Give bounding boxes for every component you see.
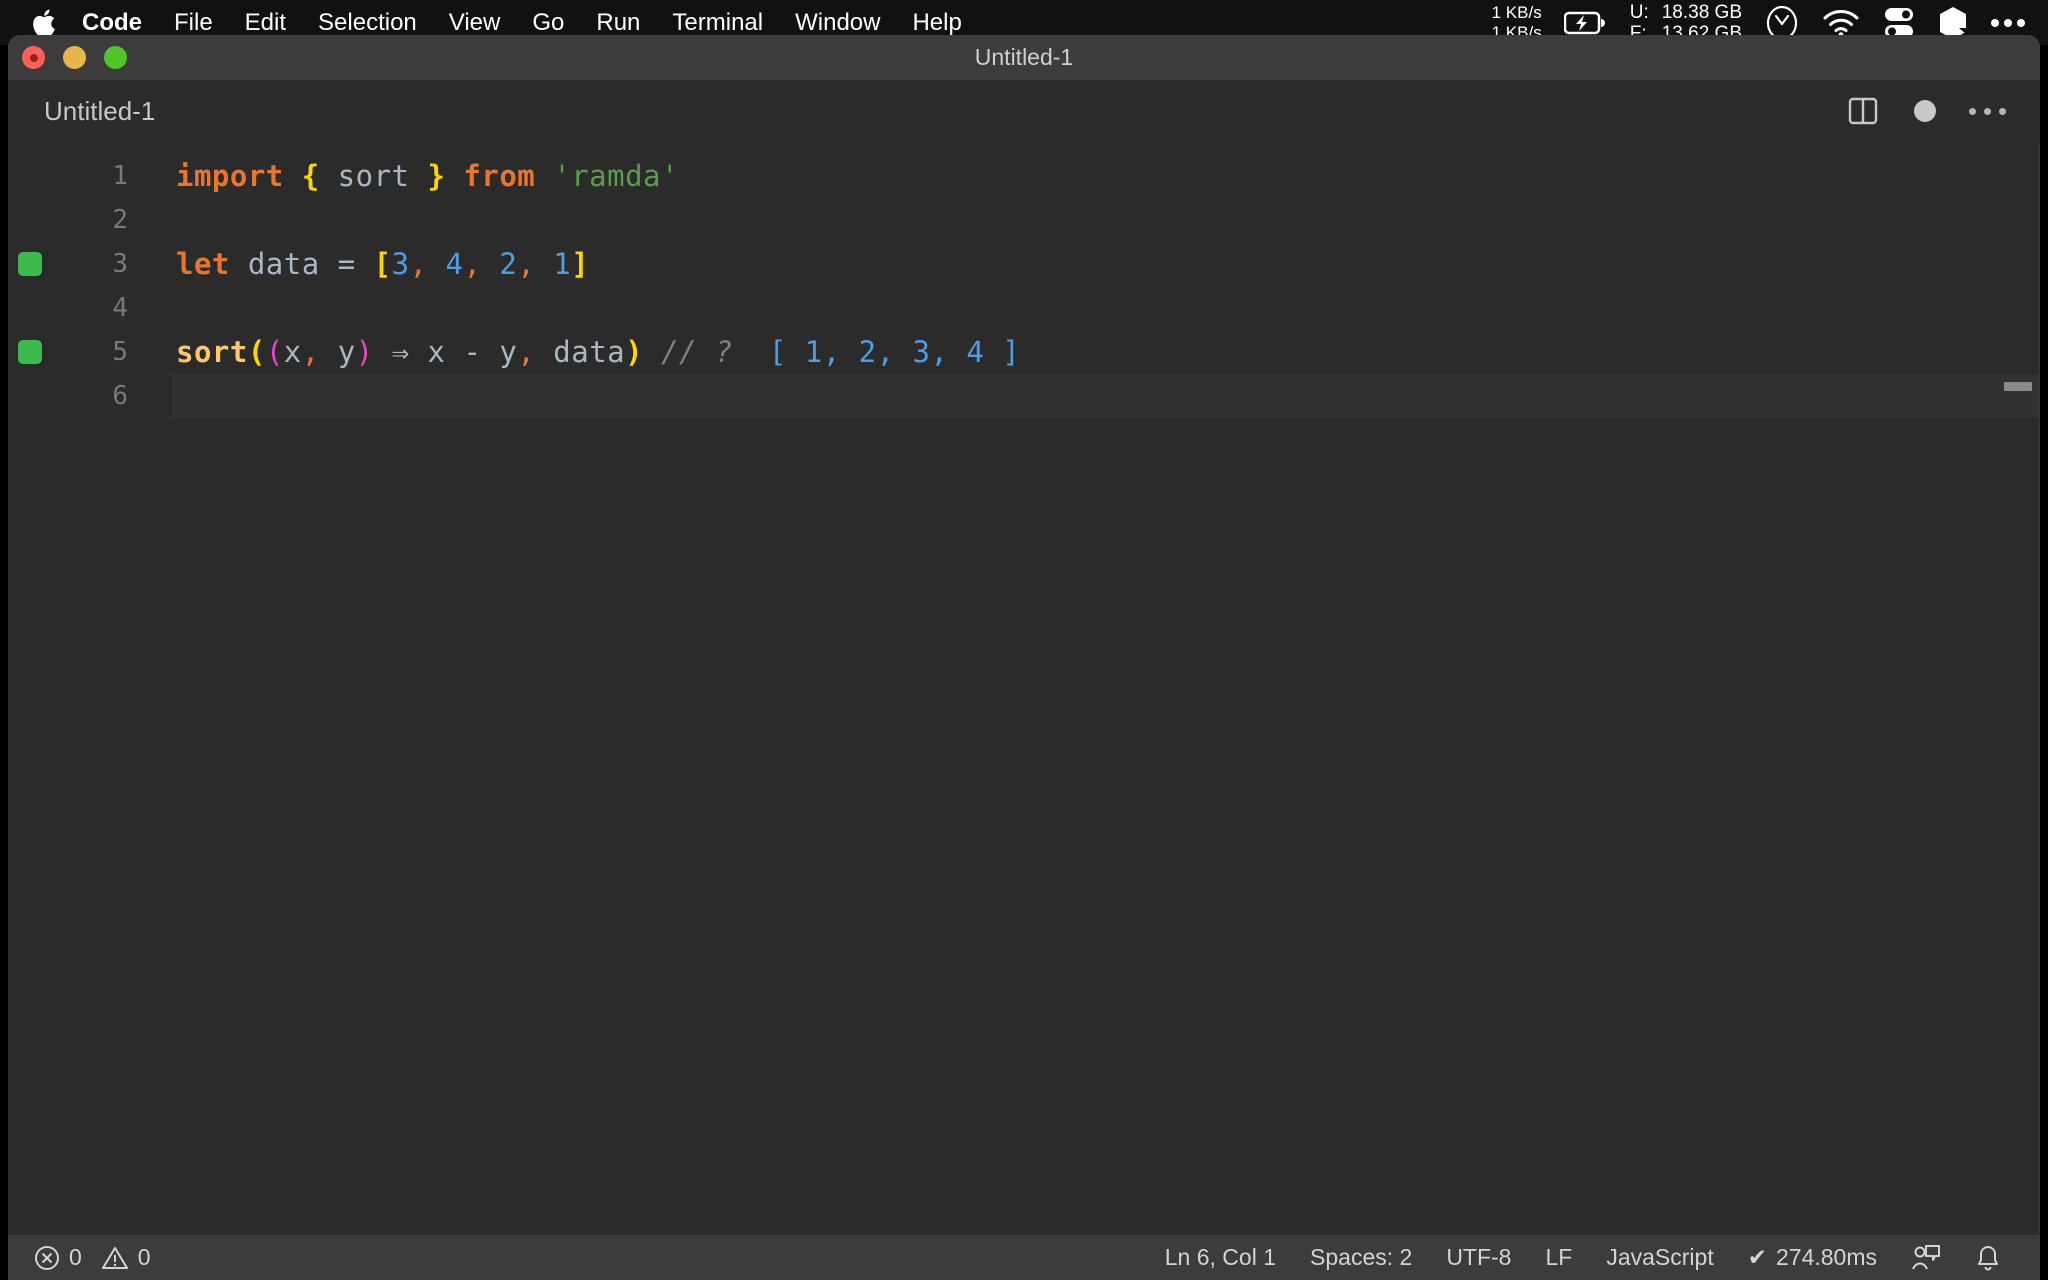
network-upload-rate: 1 KB/s: [1491, 2, 1542, 22]
memory-used-value: 18.38 GB: [1661, 1, 1742, 23]
status-feedback[interactable]: [1894, 1244, 1958, 1272]
editor-line[interactable]: 3 let data = [3, 4, 2, 1]: [8, 242, 2040, 286]
overview-ruler-mark[interactable]: [2004, 382, 2032, 391]
warning-triangle-icon: [101, 1245, 129, 1271]
editor-line-current[interactable]: 6: [8, 374, 2040, 418]
more-actions-icon[interactable]: [1956, 86, 2018, 136]
line-number: 6: [112, 381, 128, 411]
wifi-icon[interactable]: [1822, 9, 1860, 37]
line-number: 1: [112, 161, 128, 191]
line-number: 4: [112, 293, 128, 323]
gutter-marker-slot: [8, 252, 52, 276]
status-encoding[interactable]: UTF-8: [1429, 1244, 1528, 1271]
tab-untitled-1[interactable]: Untitled-1: [44, 96, 155, 127]
code-editor[interactable]: 1 import { sort } from 'ramda' 2 3 let d…: [8, 142, 2040, 1235]
status-bar-right: Ln 6, Col 1 Spaces: 2 UTF-8 LF JavaScrip…: [1148, 1244, 2040, 1272]
inline-comment: // ?: [661, 335, 733, 369]
line-number: 5: [112, 337, 128, 367]
status-eol[interactable]: LF: [1528, 1244, 1589, 1271]
split-editor-icon[interactable]: [1832, 86, 1894, 136]
code-tokens: import { sort } from 'ramda': [176, 159, 679, 193]
window-title: Untitled-1: [974, 44, 1074, 70]
memory-used-label: U:: [1629, 1, 1649, 23]
status-quokka-runtime[interactable]: ✔ 274.80ms: [1731, 1244, 1894, 1271]
code-tokens: sort((x, y) ⇒ x - y, data) // ? [ 1, 2, …: [176, 335, 1021, 369]
editor-line[interactable]: 4: [8, 286, 2040, 330]
feedback-person-icon: [1911, 1244, 1941, 1272]
error-circle-icon: [34, 1245, 60, 1271]
editor-line[interactable]: 1 import { sort } from 'ramda': [8, 154, 2040, 198]
minimize-window-button[interactable]: [63, 46, 86, 69]
editor-line[interactable]: 5 sort((x, y) ⇒ x - y, data) // ? [ 1, 2…: [8, 330, 2040, 374]
status-bar: 0 0 Ln 6, Col 1 Spaces: 2 UTF-8 LF JavaS…: [8, 1235, 2040, 1280]
line-content[interactable]: [172, 198, 2040, 242]
status-cursor-position[interactable]: Ln 6, Col 1: [1148, 1244, 1293, 1271]
quokka-elapsed-time: 274.80ms: [1775, 1244, 1877, 1270]
line-content[interactable]: import { sort } from 'ramda': [172, 154, 2040, 198]
editor-tab-bar: Untitled-1: [8, 80, 2040, 142]
battery-charging-icon[interactable]: [1563, 10, 1608, 36]
line-content[interactable]: sort((x, y) ⇒ x - y, data) // ? [ 1, 2, …: [172, 330, 2040, 374]
editor-actions: [1832, 86, 2040, 136]
line-content[interactable]: [172, 374, 2040, 418]
close-window-button[interactable]: [22, 46, 45, 69]
ellipsis-icon[interactable]: [1990, 17, 2026, 29]
unsaved-dot-icon[interactable]: [1894, 86, 1956, 136]
editor-line[interactable]: 2: [8, 198, 2040, 242]
status-notifications[interactable]: [1958, 1244, 2018, 1272]
warning-count: 0: [137, 1244, 151, 1270]
vscode-window: Untitled-1 Untitled-1 1 import {sort} …: [8, 35, 2040, 1280]
status-problems[interactable]: 0 0: [34, 1244, 168, 1271]
status-indentation[interactable]: Spaces: 2: [1293, 1244, 1429, 1271]
window-titlebar: Untitled-1: [8, 35, 2040, 80]
line-number: 3: [112, 249, 128, 279]
status-language-mode[interactable]: JavaScript: [1589, 1244, 1730, 1271]
quokka-live-marker-icon[interactable]: [18, 340, 42, 364]
quokka-live-marker-icon[interactable]: [18, 252, 42, 276]
status-bar-left: 0 0: [8, 1244, 168, 1271]
gutter-marker-slot: [8, 340, 52, 364]
editor-scrollbar[interactable]: [2039, 142, 2040, 1235]
line-number: 2: [112, 205, 128, 235]
code-tokens: let data = [3, 4, 2, 1]: [176, 247, 590, 281]
notification-bell-icon: [1975, 1244, 2001, 1272]
quokka-check-icon: ✔: [1747, 1244, 1767, 1270]
line-content[interactable]: let data = [3, 4, 2, 1]: [172, 242, 2040, 286]
line-content[interactable]: [172, 286, 2040, 330]
maximize-window-button[interactable]: [104, 46, 127, 69]
error-count: 0: [69, 1244, 82, 1270]
window-controls: [22, 35, 127, 80]
code-lines: 1 import { sort } from 'ramda' 2 3 let d…: [8, 142, 2040, 418]
quokka-inline-result: [ 1, 2, 3, 4 ]: [768, 335, 1021, 369]
